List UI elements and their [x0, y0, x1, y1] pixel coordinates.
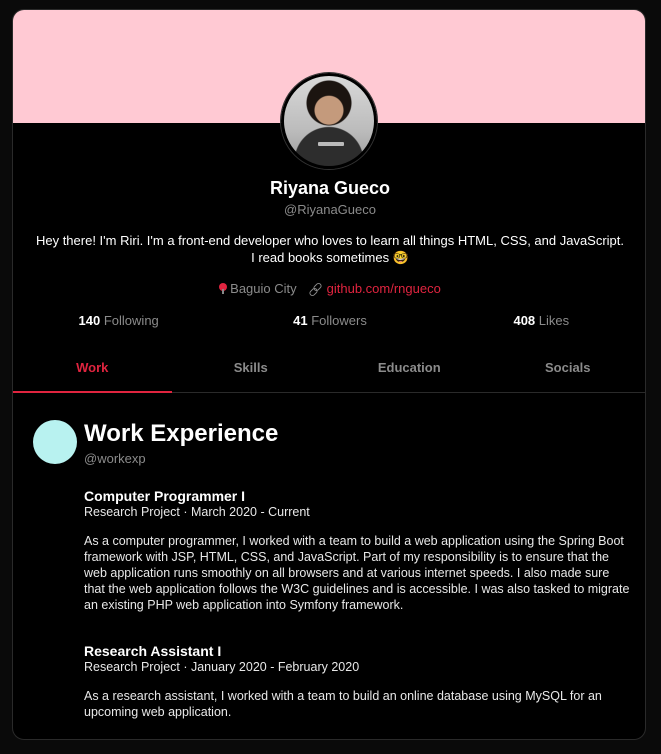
profile-tabs: Work Skills Education Socials — [13, 350, 646, 393]
profile-bio: Hey there! I'm Riri. I'm a front-end dev… — [30, 232, 630, 266]
profile-info: Riyana Gueco @RiyanaGueco Hey there! I'm… — [13, 178, 645, 296]
job-title: Computer Programmer I — [84, 488, 246, 504]
stat-likes-label: Likes — [538, 313, 570, 328]
bio-line-2: I read books sometimes 🤓 — [251, 250, 409, 265]
profile-name: Riyana Gueco — [269, 178, 391, 198]
location-item: Baguio City — [219, 281, 297, 296]
profile-stats: 140 Following 41 Followers 408 Likes — [13, 313, 645, 328]
bio-line-1: Hey there! I'm Riri. I'm a front-end dev… — [35, 233, 625, 248]
stat-followers-label: Followers — [311, 313, 367, 328]
job-item: Research Assistant I Research Project · … — [84, 643, 632, 720]
map-pin-icon — [219, 283, 228, 294]
job-item: Computer Programmer I Research Project ·… — [84, 488, 632, 613]
job-description: As a computer programmer, I worked with … — [84, 534, 630, 612]
tab-skills[interactable]: Skills — [172, 350, 331, 392]
section-handle: @workexp — [84, 451, 146, 466]
profile-card: Riyana Gueco @RiyanaGueco Hey there! I'm… — [12, 9, 646, 740]
link-icon — [309, 283, 321, 295]
stat-following[interactable]: 140 Following — [13, 313, 224, 328]
stat-likes-value: 408 — [513, 313, 536, 328]
job-subtitle: Research Project · January 2020 - Februa… — [84, 660, 360, 674]
job-description: As a research assistant, I worked with a… — [84, 689, 602, 719]
stat-followers[interactable]: 41 Followers — [224, 313, 435, 328]
job-title: Research Assistant I — [84, 643, 222, 659]
job-list: Computer Programmer I Research Project ·… — [84, 488, 632, 739]
stat-likes[interactable]: 408 Likes — [436, 313, 645, 328]
website-link[interactable]: github.com/rngueco — [327, 281, 441, 296]
section-avatar — [33, 420, 77, 464]
website-item: github.com/rngueco — [309, 281, 441, 296]
location-text: Baguio City — [230, 281, 297, 296]
tab-socials[interactable]: Socials — [489, 350, 646, 392]
job-subtitle: Research Project · March 2020 - Current — [84, 505, 310, 519]
tab-work[interactable]: Work — [13, 350, 172, 393]
avatar[interactable] — [281, 73, 377, 169]
stat-following-value: 140 — [78, 313, 101, 328]
stat-followers-value: 41 — [293, 313, 308, 328]
avatar-shirt-detail — [318, 142, 344, 146]
profile-meta: Baguio City github.com/rngueco — [13, 281, 645, 296]
section-header: Work Experience @workexp — [84, 420, 278, 466]
section-title: Work Experience — [84, 420, 279, 447]
profile-handle: @RiyanaGueco — [284, 202, 376, 217]
tab-education[interactable]: Education — [330, 350, 489, 392]
stat-following-label: Following — [103, 313, 159, 328]
